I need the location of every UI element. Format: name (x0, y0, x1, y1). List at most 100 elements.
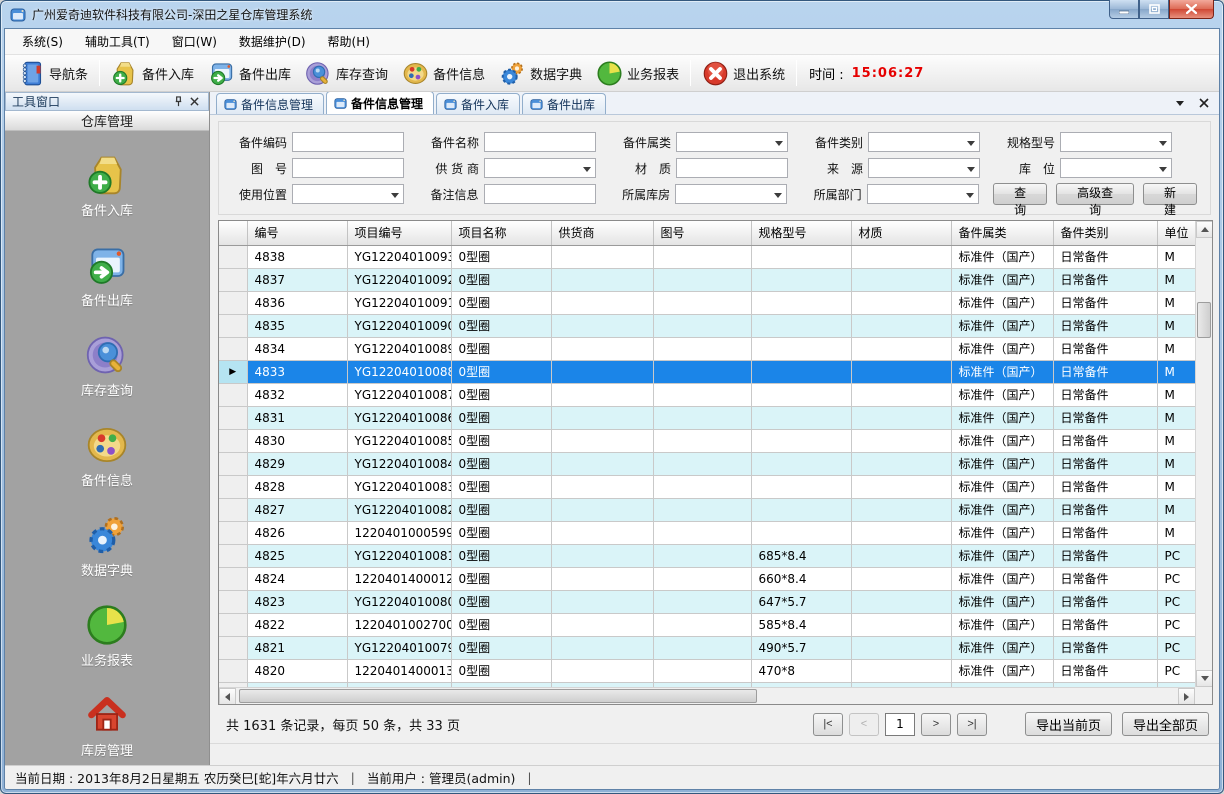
field-input-2-1[interactable] (484, 184, 596, 204)
vertical-scroll-thumb[interactable] (1197, 302, 1211, 338)
row-selector-cell[interactable] (219, 383, 247, 406)
toolbar-button-navbar[interactable]: 导航条 (11, 57, 95, 90)
table-row[interactable]: 4829YG122040100840型圈标准件（国产）日常备件M (219, 452, 1195, 475)
table-row[interactable]: 4823YG122040100800型圈647*5.7标准件（国产）日常备件PC (219, 590, 1195, 613)
tab-close-icon[interactable] (1197, 96, 1211, 110)
toolbar-button-exit[interactable]: 退出系统 (695, 57, 792, 90)
sidebar-close-icon[interactable] (186, 94, 202, 110)
sidebar-item-warehouse[interactable]: 库房管理 (47, 693, 167, 759)
table-row[interactable]: 4834YG122040100890型圈标准件（国产）日常备件M (219, 337, 1195, 360)
field-dropdown-2-0[interactable] (292, 184, 404, 204)
table-row[interactable]: 482412204014000120型圈660*8.4标准件（国产）日常备件PC (219, 567, 1195, 590)
row-selector-cell[interactable] (219, 268, 247, 291)
scroll-right-icon[interactable] (1178, 688, 1195, 705)
toolbar-button-parts-info[interactable]: 备件信息 (395, 57, 492, 90)
column-header-4[interactable]: 图号 (653, 221, 751, 245)
row-selector-cell[interactable] (219, 590, 247, 613)
table-row[interactable]: 4830YG122040100850型圈标准件（国产）日常备件M (219, 429, 1195, 452)
tab-2[interactable]: 备件入库 (436, 93, 520, 114)
table-row[interactable]: 4831YG122040100860型圈标准件（国产）日常备件M (219, 406, 1195, 429)
sidebar-item-data-dict[interactable]: 数据字典 (47, 513, 167, 579)
column-header-8[interactable]: 备件类别 (1053, 221, 1157, 245)
toolbar-button-inbound[interactable]: 备件入库 (104, 57, 201, 90)
column-header-1[interactable]: 项目编号 (347, 221, 451, 245)
table-row[interactable]: 4838YG122040100930型圈标准件（国产）日常备件M (219, 245, 1195, 268)
close-button[interactable] (1169, 0, 1214, 19)
row-selector-cell[interactable] (219, 636, 247, 659)
row-selector-cell[interactable] (219, 406, 247, 429)
table-row[interactable]: 482212204010027000型圈585*8.4标准件（国产）日常备件PC (219, 613, 1195, 636)
column-header-3[interactable]: 供货商 (551, 221, 653, 245)
table-row[interactable]: 482012204014000130型圈470*8标准件（国产）日常备件PC (219, 659, 1195, 682)
menu-item-0[interactable]: 系统(S) (11, 29, 74, 54)
scroll-left-icon[interactable] (219, 688, 236, 705)
toolbar-button-stock-query[interactable]: 库存查询 (298, 57, 395, 90)
menu-item-1[interactable]: 辅助工具(T) (74, 29, 161, 54)
row-selector-cell[interactable] (219, 567, 247, 590)
table-row[interactable]: 4827YG122040100820型圈标准件（国产）日常备件M (219, 498, 1195, 521)
field-input-0-1[interactable] (484, 132, 596, 152)
page-number-input[interactable] (885, 713, 915, 736)
query-button[interactable]: 查询 (993, 183, 1047, 205)
table-row[interactable]: 4828YG122040100830型圈标准件（国产）日常备件M (219, 475, 1195, 498)
field-input-1-0[interactable] (292, 158, 404, 178)
table-row[interactable]: 4832YG122040100870型圈标准件（国产）日常备件M (219, 383, 1195, 406)
previous-page-button[interactable]: < (849, 713, 879, 736)
tab-list-chevron-down-icon[interactable] (1173, 96, 1187, 110)
field-input-0-0[interactable] (292, 132, 404, 152)
toolbar-button-data-dict[interactable]: 数据字典 (492, 57, 589, 90)
field-dropdown-1-4[interactable] (1060, 158, 1172, 178)
sidebar-item-stock-query[interactable]: 库存查询 (47, 333, 167, 399)
last-page-button[interactable]: >| (957, 713, 987, 736)
field-dropdown-2-2[interactable] (675, 184, 787, 204)
sidebar-item-inbound[interactable]: 备件入库 (47, 153, 167, 219)
horizontal-scrollbar[interactable] (219, 687, 1195, 704)
sidebar-item-parts-info[interactable]: 备件信息 (47, 423, 167, 489)
menu-item-4[interactable]: 帮助(H) (317, 29, 381, 54)
advanced-query-button[interactable]: 高级查询 (1056, 183, 1134, 205)
minimize-button[interactable] (1109, 0, 1139, 19)
menu-item-2[interactable]: 窗口(W) (161, 29, 228, 54)
tab-3[interactable]: 备件出库 (522, 93, 606, 114)
row-selector-cell[interactable] (219, 613, 247, 636)
column-header-0[interactable]: 编号 (247, 221, 347, 245)
field-dropdown-2-3[interactable] (867, 184, 979, 204)
row-selector-cell[interactable] (219, 475, 247, 498)
sidebar-item-report[interactable]: 业务报表 (47, 603, 167, 669)
row-selector-cell[interactable] (219, 659, 247, 682)
sidebar-item-outbound[interactable]: 备件出库 (47, 243, 167, 309)
row-selector-cell[interactable] (219, 521, 247, 544)
export-all-pages-button[interactable]: 导出全部页 (1122, 712, 1209, 736)
table-row[interactable]: 482612204010005990型圈标准件（国产）日常备件M (219, 521, 1195, 544)
menu-item-3[interactable]: 数据维护(D) (228, 29, 317, 54)
horizontal-scroll-thumb[interactable] (239, 689, 757, 703)
row-selector-cell[interactable] (219, 429, 247, 452)
column-header-5[interactable]: 规格型号 (751, 221, 851, 245)
field-dropdown-0-3[interactable] (868, 132, 980, 152)
export-current-page-button[interactable]: 导出当前页 (1025, 712, 1112, 736)
toolbar-button-outbound[interactable]: 备件出库 (201, 57, 298, 90)
table-row[interactable]: 4835YG122040100900型圈标准件（国产）日常备件M (219, 314, 1195, 337)
row-selector-cell[interactable] (219, 314, 247, 337)
row-selector-cell[interactable] (219, 291, 247, 314)
table-row[interactable]: 4836YG122040100910型圈标准件（国产）日常备件M (219, 291, 1195, 314)
table-row[interactable]: 4837YG122040100920型圈标准件（国产）日常备件M (219, 268, 1195, 291)
tab-0[interactable]: 备件信息管理 (216, 93, 324, 114)
table-row[interactable]: ▶4833YG122040100880型圈标准件（国产）日常备件M (219, 360, 1195, 383)
tab-1-active[interactable]: 备件信息管理 (326, 92, 434, 114)
vertical-scrollbar[interactable] (1195, 221, 1212, 687)
first-page-button[interactable]: |< (813, 713, 843, 736)
field-dropdown-0-2[interactable] (676, 132, 788, 152)
table-row[interactable]: 4825YG122040100810型圈685*8.4标准件（国产）日常备件PC (219, 544, 1195, 567)
table-row[interactable]: 4821YG122040100790型圈490*5.7标准件（国产）日常备件PC (219, 636, 1195, 659)
row-selector-cell[interactable]: ▶ (219, 360, 247, 383)
row-selector-cell[interactable] (219, 452, 247, 475)
row-selector-cell[interactable] (219, 245, 247, 268)
field-dropdown-1-1[interactable] (484, 158, 596, 178)
row-selector-cell[interactable] (219, 337, 247, 360)
pin-icon[interactable] (170, 94, 186, 110)
column-header-9[interactable]: 单位 (1157, 221, 1195, 245)
field-dropdown-1-3[interactable] (868, 158, 980, 178)
scroll-down-icon[interactable] (1196, 670, 1212, 687)
scroll-up-icon[interactable] (1196, 221, 1212, 238)
